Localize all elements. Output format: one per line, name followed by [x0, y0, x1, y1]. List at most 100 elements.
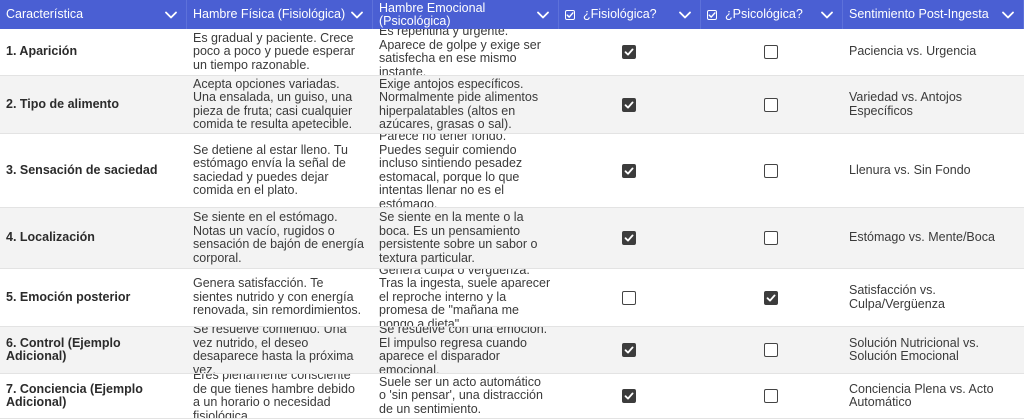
- row-5-feature: 5. Emoción posterior: [0, 269, 187, 327]
- row-1-feature-text: 1. Aparición: [6, 44, 78, 59]
- row-3-post: Llenura vs. Sin Fondo: [843, 134, 1024, 208]
- row-3-feature-text: 3. Sensación de saciedad: [6, 162, 158, 177]
- row-5-fisiologica-cell: [559, 269, 701, 327]
- row-4-fisiologica-cell: [559, 208, 701, 269]
- row-4-emocional: Se siente en la mente o la boca. Es un p…: [373, 208, 559, 269]
- row-3-fisica-text: Se detiene al estar lleno. Tu estómago e…: [193, 142, 348, 197]
- fisiologica-checkbox[interactable]: [622, 290, 636, 305]
- row-6-emocional-text: Se resuelve con una emoción. El impulso …: [379, 327, 548, 374]
- row-1-post: Paciencia vs. Urgencia: [843, 29, 1024, 76]
- row-4-fisica: Se siente en el estómago. Notas un vacío…: [187, 208, 373, 269]
- row-6-psicologica-cell: [701, 327, 843, 374]
- row-1-fisica: Es gradual y paciente. Crece poco a poco…: [187, 29, 373, 76]
- row-4-post: Estómago vs. Mente/Boca: [843, 208, 1024, 269]
- row-7-emocional: Suele ser un acto automático o 'sin pens…: [373, 374, 559, 419]
- chevron-down-icon[interactable]: [164, 8, 178, 22]
- row-1-fisiologica-cell: [559, 29, 701, 76]
- row-4-emocional-text: Se siente en la mente o la boca. Es un p…: [379, 210, 538, 265]
- row-3-psicologica-cell: [701, 134, 843, 208]
- psicologica-checkbox[interactable]: [764, 163, 778, 178]
- row-7-post: Conciencia Plena vs. Acto Automático: [843, 374, 1024, 419]
- fisiologica-checkbox[interactable]: [622, 97, 636, 112]
- row-3-fisiologica-cell: [559, 134, 701, 208]
- row-6-fisica-text: Se resuelve comiendo. Una vez nutrido, e…: [193, 327, 354, 374]
- psicologica-checkbox[interactable]: [764, 45, 778, 59]
- row-3-emocional: Parece no tener fondo. Puedes seguir com…: [373, 134, 559, 208]
- header-fisiologica[interactable]: ¿Fisiológica?: [559, 0, 701, 29]
- psicologica-checkbox[interactable]: [764, 343, 778, 357]
- row-6-post: Solución Nutricional vs. Solución Emocio…: [843, 327, 1024, 374]
- row-1-feature: 1. Aparición: [0, 29, 187, 76]
- fisiologica-checkbox[interactable]: [622, 163, 636, 178]
- row-3-fisica: Se detiene al estar lleno. Tu estómago e…: [187, 134, 373, 208]
- header-checkbox-icon: [565, 9, 575, 20]
- row-7-post-text: Conciencia Plena vs. Acto Automático: [849, 381, 994, 409]
- fisiologica-checkbox[interactable]: [622, 389, 636, 403]
- row-7-fisica: Eres plenamente consciente de que tienes…: [187, 374, 373, 419]
- header-caracteristica[interactable]: Característica: [0, 0, 187, 29]
- row-7-fisiologica-cell: [559, 374, 701, 419]
- row-2-feature: 2. Tipo de alimento: [0, 76, 187, 134]
- row-3-emocional-text: Parece no tener fondo. Puedes seguir com…: [379, 134, 523, 208]
- header-emocional[interactable]: Hambre Emocional (Psicológica): [373, 0, 559, 29]
- row-4-feature-text: 4. Localización: [6, 230, 95, 245]
- fisiologica-checkbox[interactable]: [622, 45, 636, 59]
- row-2-emocional: Exige antojos específicos. Normalmente p…: [373, 76, 559, 134]
- row-4-feature: 4. Localización: [0, 208, 187, 269]
- row-4-post-text: Estómago vs. Mente/Boca: [849, 230, 995, 245]
- row-3-post-text: Llenura vs. Sin Fondo: [849, 162, 971, 177]
- row-6-emocional: Se resuelve con una emoción. El impulso …: [373, 327, 559, 374]
- row-1-fisica-text: Es gradual y paciente. Crece poco a poco…: [193, 30, 355, 72]
- chevron-down-icon[interactable]: [678, 8, 692, 22]
- header-checkbox-icon: [707, 9, 717, 20]
- row-7-psicologica-cell: [701, 374, 843, 419]
- row-5-feature-text: 5. Emoción posterior: [6, 289, 131, 304]
- fisiologica-checkbox[interactable]: [622, 343, 636, 357]
- row-7-feature-text: 7. Conciencia (Ejemplo Adicional): [6, 381, 143, 409]
- row-5-emocional: Genera culpa o vergüenza. Tras la ingest…: [373, 269, 559, 327]
- header-post-ingesta[interactable]: Sentimiento Post-Ingesta: [843, 0, 1024, 29]
- chevron-down-icon[interactable]: [350, 8, 364, 22]
- psicologica-checkbox[interactable]: [764, 290, 778, 305]
- row-6-feature: 6. Control (Ejemplo Adicional): [0, 327, 187, 374]
- chevron-down-icon[interactable]: [1001, 8, 1015, 22]
- row-1-psicologica-cell: [701, 29, 843, 76]
- header-label: Sentimiento Post-Ingesta: [849, 7, 989, 21]
- psicologica-checkbox[interactable]: [764, 389, 778, 403]
- row-6-fisiologica-cell: [559, 327, 701, 374]
- row-1-emocional: Es repentina y urgente. Aparece de golpe…: [373, 29, 559, 76]
- row-5-emocional-text: Genera culpa o vergüenza. Tras la ingest…: [379, 269, 551, 327]
- row-5-post-text: Satisfacción vs. Culpa/Vergüenza: [849, 283, 945, 311]
- row-2-psicologica-cell: [701, 76, 843, 134]
- row-2-feature-text: 2. Tipo de alimento: [6, 96, 119, 111]
- row-3-feature: 3. Sensación de saciedad: [0, 134, 187, 208]
- header-label: Hambre Física (Fisiológica): [193, 7, 346, 21]
- row-2-fisica: Acepta opciones variadas. Una ensalada, …: [187, 76, 373, 134]
- header-fisica[interactable]: Hambre Física (Fisiológica): [187, 0, 373, 29]
- row-7-feature: 7. Conciencia (Ejemplo Adicional): [0, 374, 187, 419]
- header-label: Característica: [6, 7, 84, 21]
- row-5-fisica: Genera satisfacción. Te sientes nutrido …: [187, 269, 373, 327]
- psicologica-checkbox[interactable]: [764, 97, 778, 112]
- row-4-fisica-text: Se siente en el estómago. Notas un vacío…: [193, 210, 364, 265]
- row-4-psicologica-cell: [701, 208, 843, 269]
- header-label: Hambre Emocional (Psicológica): [379, 0, 486, 28]
- row-2-post: Variedad vs. Antojos Específicos: [843, 76, 1024, 134]
- header-psicologica[interactable]: ¿Psicológica?: [701, 0, 843, 29]
- row-5-psicologica-cell: [701, 269, 843, 327]
- comparison-table: Característica Hambre Física (Fisiológica…: [0, 0, 1024, 419]
- chevron-down-icon[interactable]: [536, 8, 550, 22]
- fisiologica-checkbox[interactable]: [622, 231, 636, 245]
- header-label: ¿Fisiológica?: [583, 7, 657, 21]
- row-6-fisica: Se resuelve comiendo. Una vez nutrido, e…: [187, 327, 373, 374]
- row-2-fisica-text: Acepta opciones variadas. Una ensalada, …: [193, 76, 353, 131]
- chevron-down-icon[interactable]: [820, 8, 834, 22]
- header-label: ¿Psicológica?: [725, 7, 803, 21]
- psicologica-checkbox[interactable]: [764, 231, 778, 245]
- row-6-feature-text: 6. Control (Ejemplo Adicional): [6, 335, 121, 363]
- row-1-emocional-text: Es repentina y urgente. Aparece de golpe…: [379, 29, 541, 76]
- row-5-fisica-text: Genera satisfacción. Te sientes nutrido …: [193, 276, 362, 318]
- row-7-fisica-text: Eres plenamente consciente de que tienes…: [193, 374, 355, 419]
- row-5-post: Satisfacción vs. Culpa/Vergüenza: [843, 269, 1024, 327]
- row-2-post-text: Variedad vs. Antojos Específicos: [849, 90, 963, 118]
